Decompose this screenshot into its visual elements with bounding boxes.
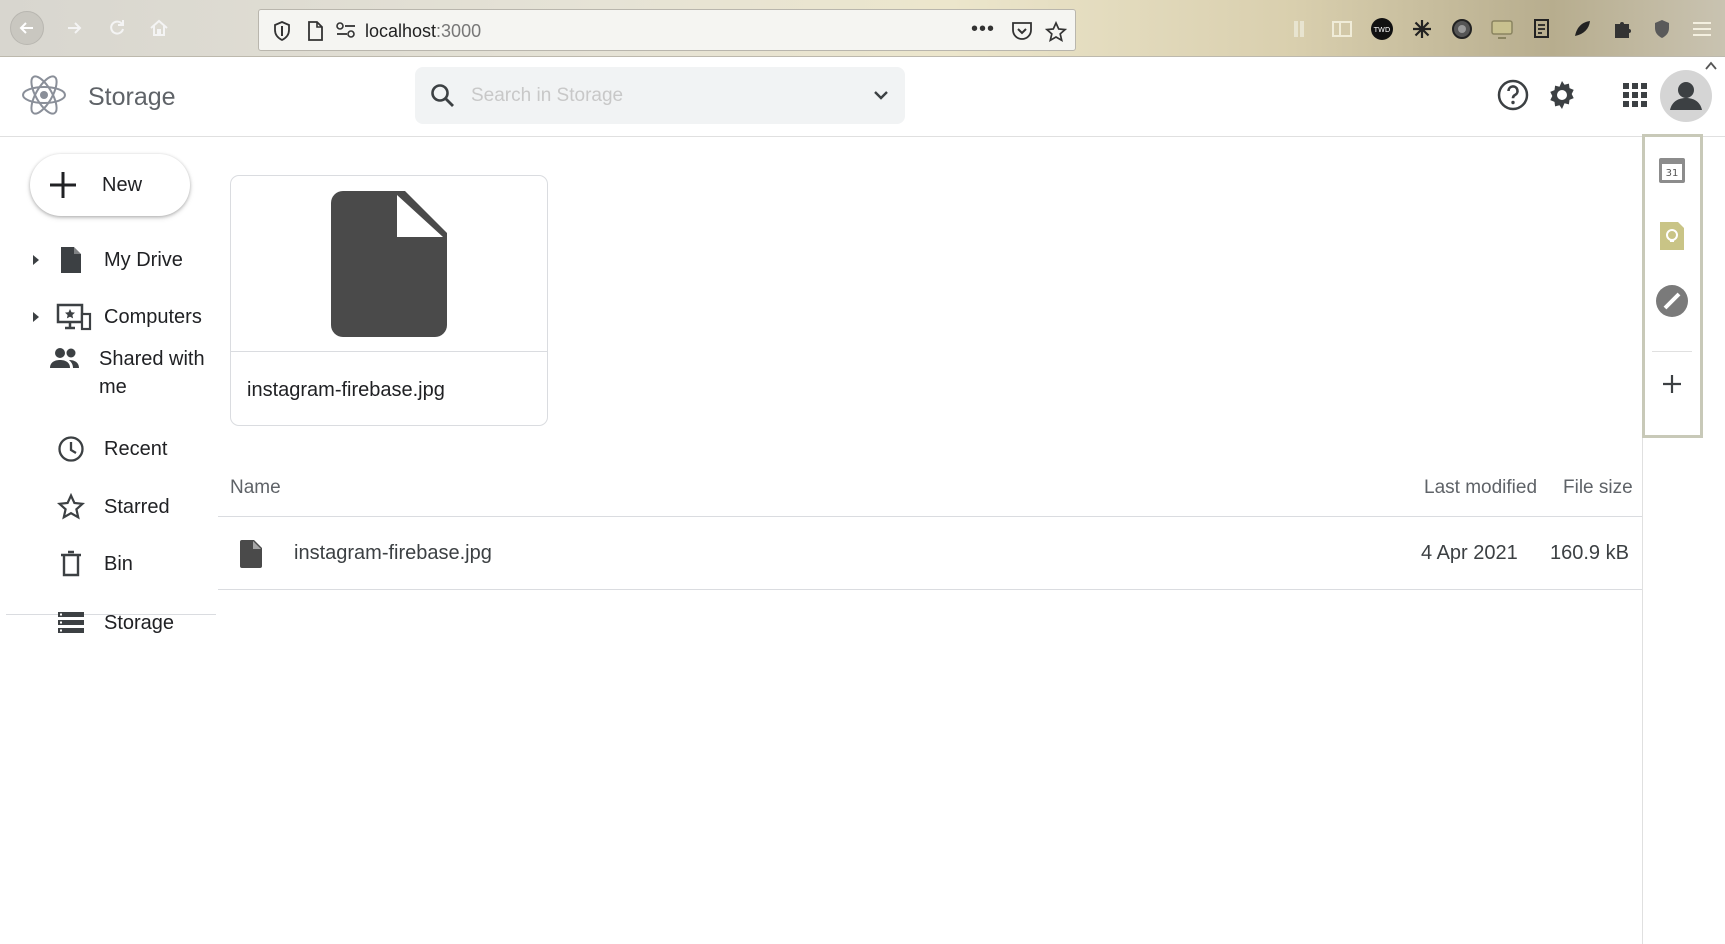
home-button[interactable] xyxy=(142,11,176,45)
new-button[interactable]: New xyxy=(30,154,190,216)
apps-grid-icon[interactable] xyxy=(1615,75,1655,115)
file-icon xyxy=(240,540,262,573)
asterisk-extension-icon[interactable] xyxy=(1409,16,1435,42)
caret-right-icon xyxy=(33,312,39,322)
sidebar-item-computers[interactable]: Computers xyxy=(0,292,218,342)
bookmark-star-icon[interactable] xyxy=(1044,20,1068,48)
sidebar-item-label: My Drive xyxy=(104,249,183,271)
table-row[interactable]: instagram-firebase.jpg 4 Apr 2021 160.9 … xyxy=(218,518,1642,590)
reload-button[interactable] xyxy=(100,11,134,45)
extensions-toolbar: TWD xyxy=(1275,14,1725,44)
app-title: Storage xyxy=(88,83,176,111)
gear-icon[interactable] xyxy=(1542,75,1582,115)
file-card-name: instagram-firebase.jpg xyxy=(247,379,445,401)
column-header-last-modified[interactable]: Last modified xyxy=(1424,477,1537,499)
chevron-down-icon[interactable] xyxy=(871,85,891,110)
file-icon xyxy=(331,190,447,337)
sidebar-item-recent[interactable]: Recent xyxy=(0,424,218,474)
back-button[interactable] xyxy=(10,11,44,45)
caret-right-icon xyxy=(33,255,39,265)
arrow-left-icon xyxy=(19,22,33,34)
sidebar-item-label: Storage xyxy=(104,612,175,634)
sidebar-item-label: Shared with me xyxy=(99,348,205,398)
scroll-up-arrow[interactable] xyxy=(1704,60,1720,76)
sidebar-item-storage[interactable]: Storage xyxy=(0,598,218,648)
tasks-icon[interactable] xyxy=(1652,281,1692,321)
svg-text:31: 31 xyxy=(1666,168,1679,179)
page-actions-menu[interactable]: ••• xyxy=(971,18,995,41)
sidebar: New My Drive Computers Shared with me Re… xyxy=(0,137,218,944)
page-icon[interactable] xyxy=(307,21,323,46)
search-icon[interactable] xyxy=(429,82,457,115)
pocket-icon[interactable] xyxy=(1011,21,1033,46)
app-header: Storage xyxy=(0,57,1725,137)
drive-icon xyxy=(56,245,86,275)
file-card[interactable]: instagram-firebase.jpg xyxy=(230,175,548,426)
browser-toolbar: localhost:3000 ••• TWD xyxy=(0,0,1725,57)
plus-icon xyxy=(50,172,76,198)
sidebar-item-label: Computers xyxy=(104,306,202,328)
row-file-size: 160.9 kB xyxy=(1550,542,1629,564)
twd-extension-icon[interactable]: TWD xyxy=(1369,16,1395,42)
keep-icon[interactable] xyxy=(1652,216,1692,256)
url-text: localhost:3000 xyxy=(365,21,482,41)
screen-extension-icon[interactable] xyxy=(1489,16,1515,42)
shield-icon[interactable] xyxy=(273,21,291,46)
storage-icon xyxy=(56,608,86,638)
globe-extension-icon[interactable] xyxy=(1449,16,1475,42)
sidebar-item-shared-with-me[interactable]: Shared with me xyxy=(0,337,218,409)
puzzle-extension-icon[interactable] xyxy=(1609,16,1635,42)
home-icon xyxy=(150,19,168,36)
sidebar-icon[interactable] xyxy=(1329,16,1355,42)
reload-icon xyxy=(110,20,124,35)
add-addon-icon[interactable] xyxy=(1652,364,1692,404)
url-bar[interactable]: localhost:3000 ••• xyxy=(258,9,1076,51)
arrow-right-icon xyxy=(68,22,82,34)
leaf-extension-icon[interactable] xyxy=(1569,16,1595,42)
avatar[interactable] xyxy=(1660,70,1712,122)
sidebar-item-my-drive[interactable]: My Drive xyxy=(0,235,218,285)
clock-icon xyxy=(56,434,86,464)
search-bar[interactable] xyxy=(415,67,905,124)
svg-text:TWD: TWD xyxy=(1373,26,1391,34)
help-icon[interactable] xyxy=(1493,75,1533,115)
forward-button[interactable] xyxy=(57,11,91,45)
shield-extension-icon[interactable] xyxy=(1649,16,1675,42)
row-file-name: instagram-firebase.jpg xyxy=(294,542,492,564)
people-icon xyxy=(50,343,80,373)
star-icon xyxy=(56,492,86,522)
permissions-icon[interactable] xyxy=(335,21,357,44)
column-header-name[interactable]: Name xyxy=(230,477,281,499)
computer-icon xyxy=(56,302,92,332)
calendar-icon[interactable]: 31 xyxy=(1652,150,1692,190)
sidebar-item-bin[interactable]: Bin xyxy=(0,539,218,589)
file-card-preview xyxy=(231,176,547,352)
user-icon xyxy=(1670,82,1702,110)
react-logo-icon xyxy=(20,71,68,119)
new-button-label: New xyxy=(102,173,143,196)
trash-icon xyxy=(56,549,86,579)
main-content: instagram-firebase.jpg Name Last modifie… xyxy=(218,137,1642,944)
browser-menu-icon[interactable] xyxy=(1689,16,1715,42)
row-last-modified: 4 Apr 2021 xyxy=(1421,542,1518,564)
column-header-file-size[interactable]: File size xyxy=(1563,477,1633,499)
search-input[interactable] xyxy=(471,81,851,111)
sidebar-item-label: Starred xyxy=(104,496,170,518)
sidebar-item-label: Recent xyxy=(104,438,168,460)
library-icon[interactable] xyxy=(1289,16,1315,42)
sidebar-item-label: Bin xyxy=(104,553,133,575)
notes-extension-icon[interactable] xyxy=(1529,16,1555,42)
side-panel-divider xyxy=(1652,351,1692,352)
sidebar-item-starred[interactable]: Starred xyxy=(0,482,218,532)
